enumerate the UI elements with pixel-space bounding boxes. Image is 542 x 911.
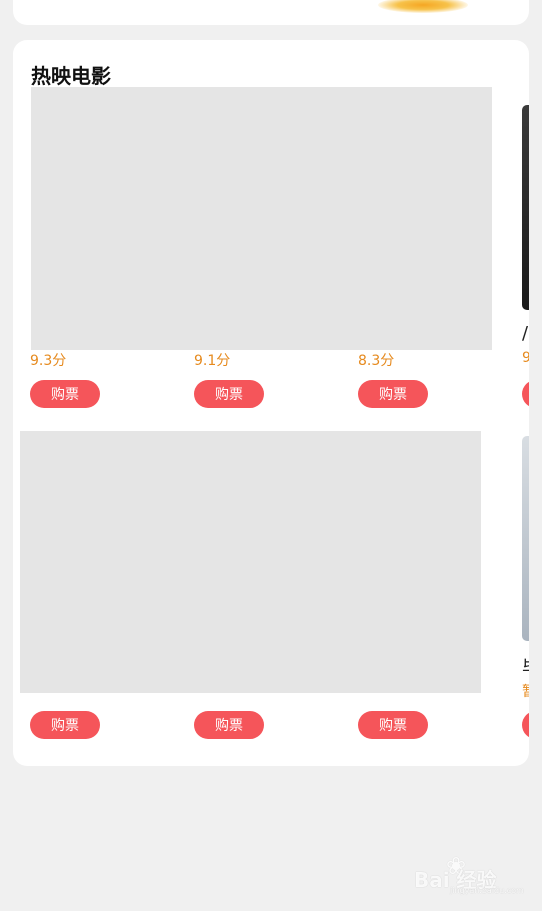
movie-poster[interactable] bbox=[522, 436, 529, 641]
buy-ticket-button[interactable]: 购票 bbox=[30, 711, 100, 739]
image-placeholder bbox=[20, 431, 481, 693]
buy-ticket-button[interactable]: 购票 bbox=[358, 711, 428, 739]
banner-decoration bbox=[378, 0, 468, 13]
movie-title: / bbox=[522, 323, 529, 344]
buy-ticket-button[interactable]: 购票 bbox=[30, 380, 100, 408]
section-title: 热映电影 bbox=[31, 64, 111, 88]
buy-ticket-button[interactable]: 购票 bbox=[194, 380, 264, 408]
watermark-url: jingyan.baidu.com bbox=[450, 886, 524, 895]
buy-ticket-button[interactable]: 购票 bbox=[522, 380, 529, 408]
movie-item[interactable]: / 9 购票 bbox=[522, 105, 529, 410]
movie-score: 8.3分 bbox=[358, 353, 395, 369]
movie-poster[interactable] bbox=[522, 105, 529, 310]
movie-score: 9.1分 bbox=[194, 353, 231, 369]
movie-title: 毕 bbox=[522, 654, 529, 680]
movie-score: 9 bbox=[522, 350, 529, 366]
movie-item[interactable]: 毕 暂 购票 bbox=[522, 436, 529, 741]
buy-ticket-button[interactable]: 购票 bbox=[358, 380, 428, 408]
watermark: ❀ Bai 经验 jingyan.baidu.com bbox=[414, 852, 524, 898]
movie-score: 9.3分 bbox=[30, 353, 67, 369]
buy-ticket-button[interactable]: 购票 bbox=[522, 711, 529, 739]
buy-ticket-button[interactable]: 购票 bbox=[194, 711, 264, 739]
image-placeholder bbox=[31, 87, 492, 350]
top-banner-card bbox=[13, 0, 529, 25]
movie-score: 暂 bbox=[522, 681, 529, 701]
